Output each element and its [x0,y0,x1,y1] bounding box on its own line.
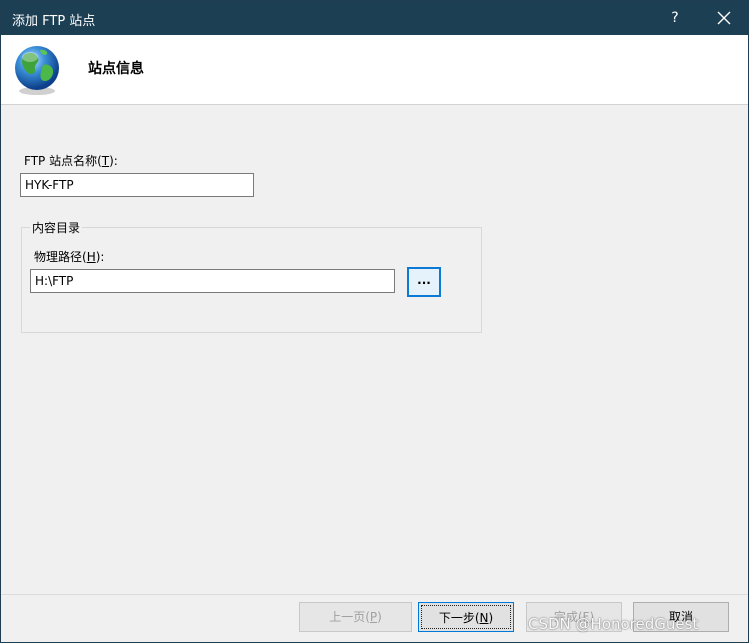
previous-button[interactable]: 上一页(P) [299,602,412,632]
site-name-label: FTP 站点名称(T): [24,154,118,168]
next-button[interactable]: 下一步(N) [418,602,514,632]
content-directory-title: 内容目录 [30,219,83,236]
close-button[interactable] [707,1,741,35]
window-title: 添加 FTP 站点 [12,14,96,29]
add-ftp-site-dialog: 添加 FTP 站点 ? 站点信息 FTP 站点名称(T): HYK-FTP 内容… [0,0,749,643]
page-title: 站点信息 [88,61,144,77]
browse-button[interactable]: ... [407,267,441,297]
physical-path-input[interactable]: H:\FTP [30,269,395,293]
title-bar: 添加 FTP 站点 ? [1,1,748,35]
wizard-header: 站点信息 [1,35,748,105]
site-name-input[interactable]: HYK-FTP [20,173,254,197]
finish-button[interactable]: 完成(F) [526,602,622,632]
help-button[interactable]: ? [661,1,689,35]
close-icon [717,11,731,25]
cancel-button[interactable]: 取消 [633,602,729,632]
physical-path-label: 物理路径(H): [34,250,105,264]
globe-icon [15,46,59,95]
